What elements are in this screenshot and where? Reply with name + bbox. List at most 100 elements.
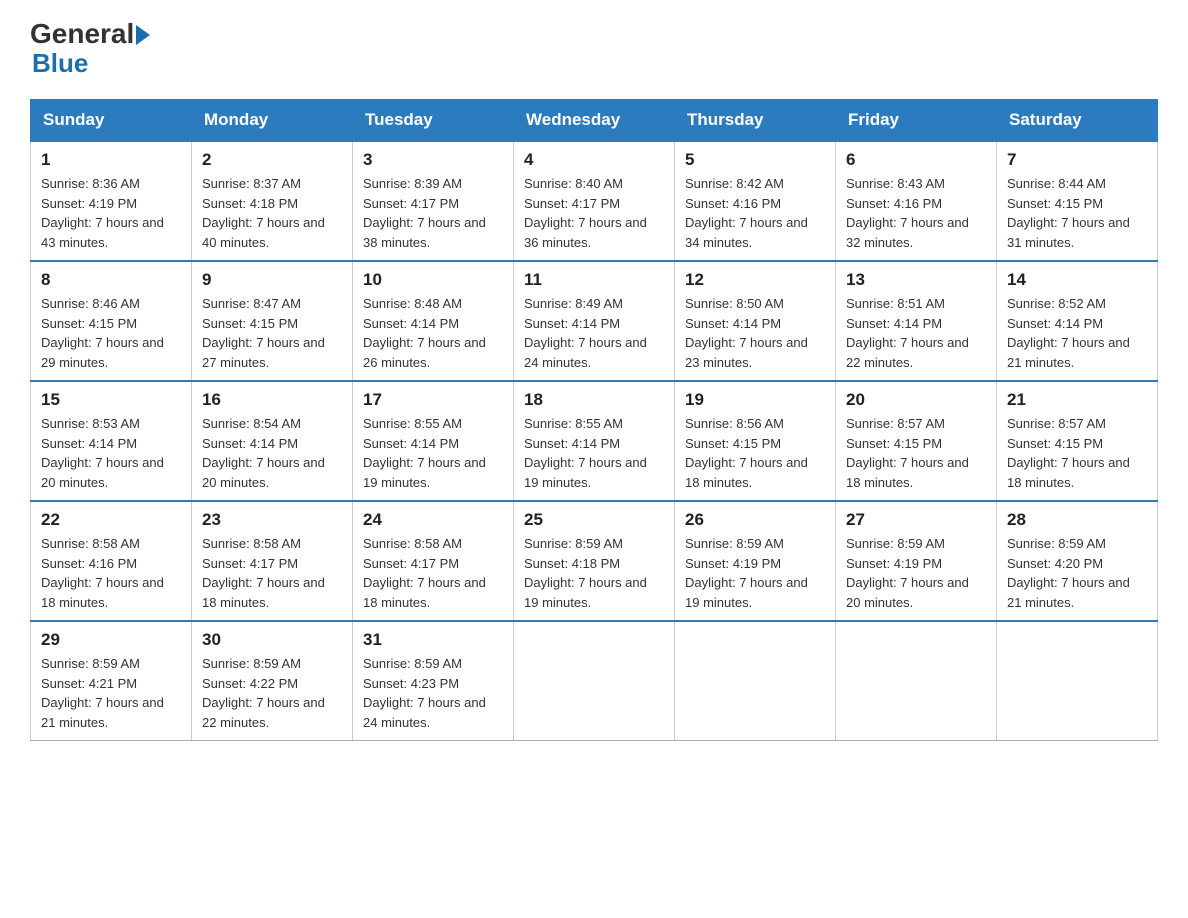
day-info: Sunrise: 8:47 AMSunset: 4:15 PMDaylight:… xyxy=(202,294,342,372)
table-row: 11 Sunrise: 8:49 AMSunset: 4:14 PMDaylig… xyxy=(514,261,675,381)
day-number: 13 xyxy=(846,270,986,290)
header-tuesday: Tuesday xyxy=(353,100,514,142)
table-row: 16 Sunrise: 8:54 AMSunset: 4:14 PMDaylig… xyxy=(192,381,353,501)
day-info: Sunrise: 8:58 AMSunset: 4:17 PMDaylight:… xyxy=(363,534,503,612)
day-info: Sunrise: 8:59 AMSunset: 4:23 PMDaylight:… xyxy=(363,654,503,732)
day-number: 12 xyxy=(685,270,825,290)
page-header: General Blue xyxy=(30,20,1158,79)
table-row xyxy=(514,621,675,741)
day-info: Sunrise: 8:53 AMSunset: 4:14 PMDaylight:… xyxy=(41,414,181,492)
day-number: 11 xyxy=(524,270,664,290)
table-row: 1 Sunrise: 8:36 AMSunset: 4:19 PMDayligh… xyxy=(31,141,192,261)
day-number: 9 xyxy=(202,270,342,290)
table-row: 6 Sunrise: 8:43 AMSunset: 4:16 PMDayligh… xyxy=(836,141,997,261)
day-info: Sunrise: 8:40 AMSunset: 4:17 PMDaylight:… xyxy=(524,174,664,252)
table-row: 24 Sunrise: 8:58 AMSunset: 4:17 PMDaylig… xyxy=(353,501,514,621)
day-info: Sunrise: 8:37 AMSunset: 4:18 PMDaylight:… xyxy=(202,174,342,252)
day-info: Sunrise: 8:42 AMSunset: 4:16 PMDaylight:… xyxy=(685,174,825,252)
day-info: Sunrise: 8:57 AMSunset: 4:15 PMDaylight:… xyxy=(846,414,986,492)
calendar-week-row: 29 Sunrise: 8:59 AMSunset: 4:21 PMDaylig… xyxy=(31,621,1158,741)
table-row: 3 Sunrise: 8:39 AMSunset: 4:17 PMDayligh… xyxy=(353,141,514,261)
table-row: 8 Sunrise: 8:46 AMSunset: 4:15 PMDayligh… xyxy=(31,261,192,381)
table-row: 30 Sunrise: 8:59 AMSunset: 4:22 PMDaylig… xyxy=(192,621,353,741)
table-row: 17 Sunrise: 8:55 AMSunset: 4:14 PMDaylig… xyxy=(353,381,514,501)
table-row: 21 Sunrise: 8:57 AMSunset: 4:15 PMDaylig… xyxy=(997,381,1158,501)
day-info: Sunrise: 8:54 AMSunset: 4:14 PMDaylight:… xyxy=(202,414,342,492)
day-number: 29 xyxy=(41,630,181,650)
day-number: 3 xyxy=(363,150,503,170)
day-number: 21 xyxy=(1007,390,1147,410)
table-row: 22 Sunrise: 8:58 AMSunset: 4:16 PMDaylig… xyxy=(31,501,192,621)
day-number: 19 xyxy=(685,390,825,410)
day-info: Sunrise: 8:58 AMSunset: 4:16 PMDaylight:… xyxy=(41,534,181,612)
day-info: Sunrise: 8:59 AMSunset: 4:22 PMDaylight:… xyxy=(202,654,342,732)
table-row: 12 Sunrise: 8:50 AMSunset: 4:14 PMDaylig… xyxy=(675,261,836,381)
table-row: 31 Sunrise: 8:59 AMSunset: 4:23 PMDaylig… xyxy=(353,621,514,741)
weekday-header-row: Sunday Monday Tuesday Wednesday Thursday… xyxy=(31,100,1158,142)
day-number: 1 xyxy=(41,150,181,170)
day-number: 4 xyxy=(524,150,664,170)
table-row: 15 Sunrise: 8:53 AMSunset: 4:14 PMDaylig… xyxy=(31,381,192,501)
header-sunday: Sunday xyxy=(31,100,192,142)
day-info: Sunrise: 8:59 AMSunset: 4:18 PMDaylight:… xyxy=(524,534,664,612)
day-number: 2 xyxy=(202,150,342,170)
header-monday: Monday xyxy=(192,100,353,142)
table-row: 28 Sunrise: 8:59 AMSunset: 4:20 PMDaylig… xyxy=(997,501,1158,621)
day-info: Sunrise: 8:56 AMSunset: 4:15 PMDaylight:… xyxy=(685,414,825,492)
logo-arrow-icon xyxy=(136,25,150,45)
calendar-table: Sunday Monday Tuesday Wednesday Thursday… xyxy=(30,99,1158,741)
day-info: Sunrise: 8:59 AMSunset: 4:20 PMDaylight:… xyxy=(1007,534,1147,612)
day-info: Sunrise: 8:43 AMSunset: 4:16 PMDaylight:… xyxy=(846,174,986,252)
day-number: 5 xyxy=(685,150,825,170)
day-number: 7 xyxy=(1007,150,1147,170)
day-info: Sunrise: 8:55 AMSunset: 4:14 PMDaylight:… xyxy=(363,414,503,492)
day-info: Sunrise: 8:59 AMSunset: 4:19 PMDaylight:… xyxy=(846,534,986,612)
table-row: 5 Sunrise: 8:42 AMSunset: 4:16 PMDayligh… xyxy=(675,141,836,261)
day-number: 26 xyxy=(685,510,825,530)
header-wednesday: Wednesday xyxy=(514,100,675,142)
header-thursday: Thursday xyxy=(675,100,836,142)
day-info: Sunrise: 8:50 AMSunset: 4:14 PMDaylight:… xyxy=(685,294,825,372)
table-row: 4 Sunrise: 8:40 AMSunset: 4:17 PMDayligh… xyxy=(514,141,675,261)
day-info: Sunrise: 8:39 AMSunset: 4:17 PMDaylight:… xyxy=(363,174,503,252)
day-number: 30 xyxy=(202,630,342,650)
header-friday: Friday xyxy=(836,100,997,142)
calendar-week-row: 15 Sunrise: 8:53 AMSunset: 4:14 PMDaylig… xyxy=(31,381,1158,501)
table-row: 14 Sunrise: 8:52 AMSunset: 4:14 PMDaylig… xyxy=(997,261,1158,381)
day-info: Sunrise: 8:44 AMSunset: 4:15 PMDaylight:… xyxy=(1007,174,1147,252)
table-row: 2 Sunrise: 8:37 AMSunset: 4:18 PMDayligh… xyxy=(192,141,353,261)
table-row: 18 Sunrise: 8:55 AMSunset: 4:14 PMDaylig… xyxy=(514,381,675,501)
table-row: 27 Sunrise: 8:59 AMSunset: 4:19 PMDaylig… xyxy=(836,501,997,621)
day-number: 22 xyxy=(41,510,181,530)
day-info: Sunrise: 8:46 AMSunset: 4:15 PMDaylight:… xyxy=(41,294,181,372)
table-row: 7 Sunrise: 8:44 AMSunset: 4:15 PMDayligh… xyxy=(997,141,1158,261)
day-number: 17 xyxy=(363,390,503,410)
day-info: Sunrise: 8:49 AMSunset: 4:14 PMDaylight:… xyxy=(524,294,664,372)
day-info: Sunrise: 8:55 AMSunset: 4:14 PMDaylight:… xyxy=(524,414,664,492)
day-info: Sunrise: 8:57 AMSunset: 4:15 PMDaylight:… xyxy=(1007,414,1147,492)
day-info: Sunrise: 8:48 AMSunset: 4:14 PMDaylight:… xyxy=(363,294,503,372)
day-info: Sunrise: 8:59 AMSunset: 4:21 PMDaylight:… xyxy=(41,654,181,732)
table-row: 29 Sunrise: 8:59 AMSunset: 4:21 PMDaylig… xyxy=(31,621,192,741)
table-row: 10 Sunrise: 8:48 AMSunset: 4:14 PMDaylig… xyxy=(353,261,514,381)
calendar-week-row: 1 Sunrise: 8:36 AMSunset: 4:19 PMDayligh… xyxy=(31,141,1158,261)
table-row: 23 Sunrise: 8:58 AMSunset: 4:17 PMDaylig… xyxy=(192,501,353,621)
table-row xyxy=(675,621,836,741)
logo-general-text: General xyxy=(30,20,134,48)
table-row: 25 Sunrise: 8:59 AMSunset: 4:18 PMDaylig… xyxy=(514,501,675,621)
day-number: 8 xyxy=(41,270,181,290)
calendar-week-row: 8 Sunrise: 8:46 AMSunset: 4:15 PMDayligh… xyxy=(31,261,1158,381)
day-info: Sunrise: 8:58 AMSunset: 4:17 PMDaylight:… xyxy=(202,534,342,612)
day-number: 23 xyxy=(202,510,342,530)
table-row: 26 Sunrise: 8:59 AMSunset: 4:19 PMDaylig… xyxy=(675,501,836,621)
day-number: 24 xyxy=(363,510,503,530)
table-row xyxy=(997,621,1158,741)
table-row: 9 Sunrise: 8:47 AMSunset: 4:15 PMDayligh… xyxy=(192,261,353,381)
day-number: 27 xyxy=(846,510,986,530)
day-number: 10 xyxy=(363,270,503,290)
day-info: Sunrise: 8:51 AMSunset: 4:14 PMDaylight:… xyxy=(846,294,986,372)
day-number: 25 xyxy=(524,510,664,530)
day-number: 28 xyxy=(1007,510,1147,530)
day-number: 31 xyxy=(363,630,503,650)
day-number: 15 xyxy=(41,390,181,410)
